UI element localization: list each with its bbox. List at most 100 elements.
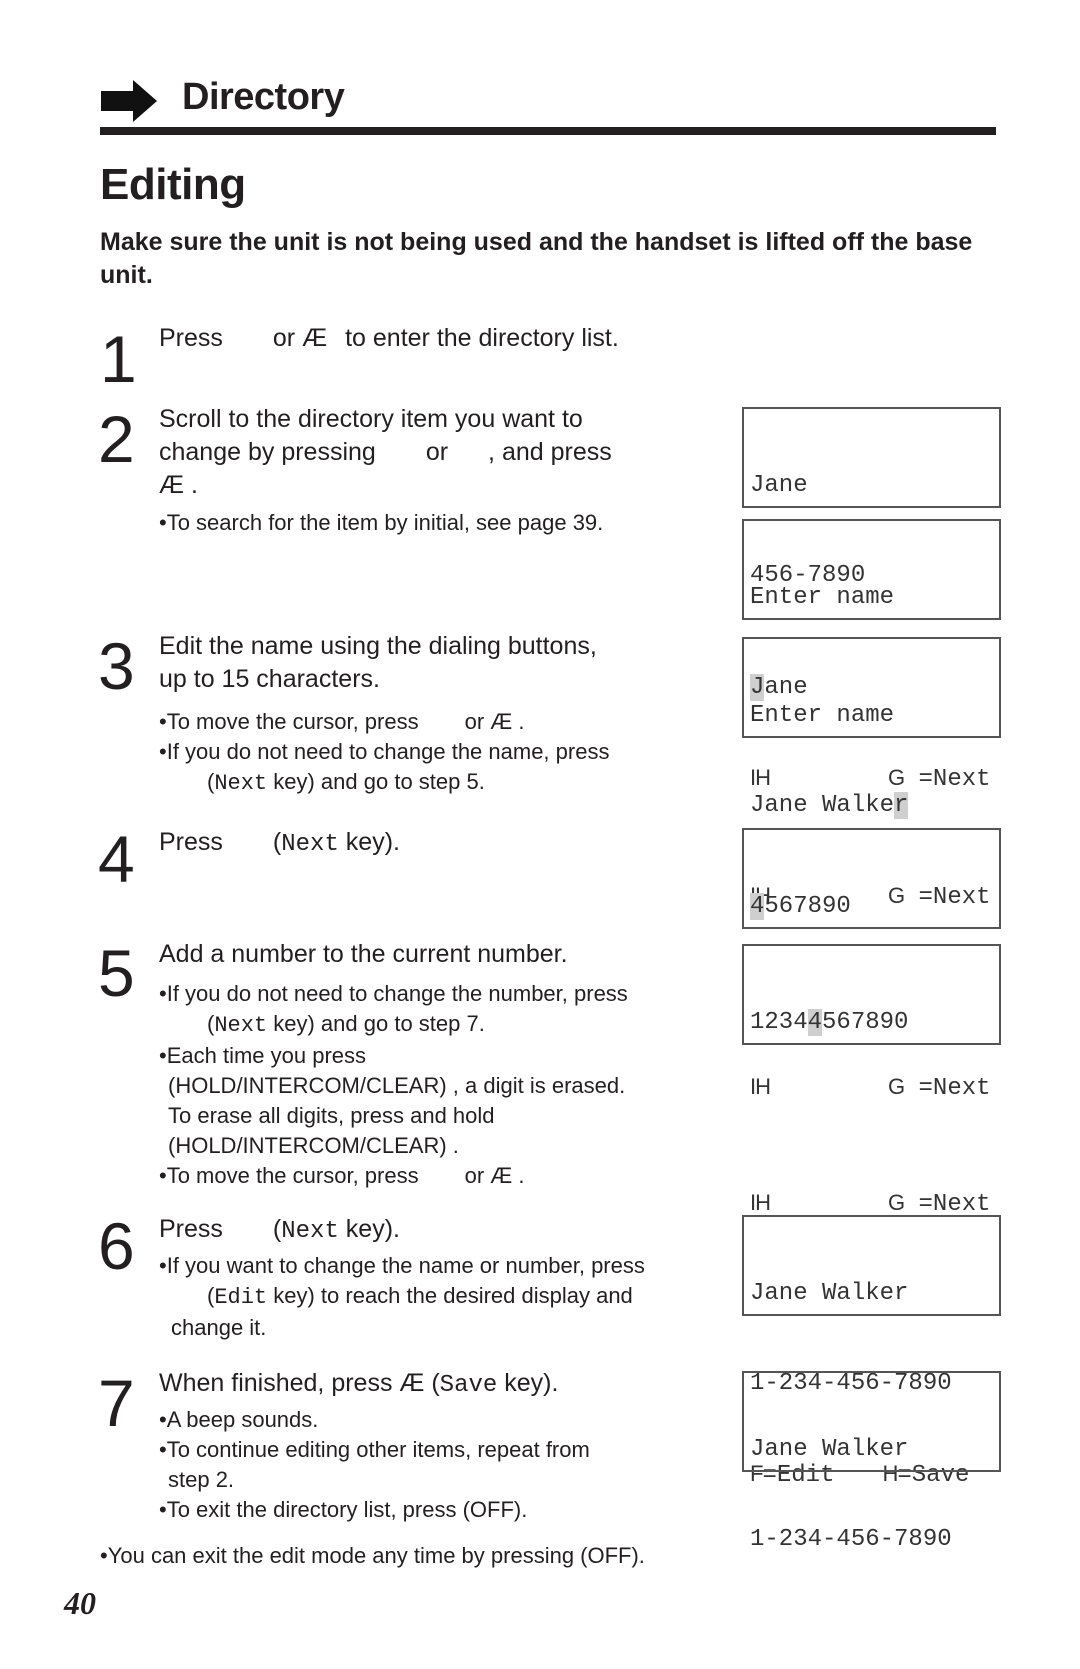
next-key-label: Next — [214, 771, 268, 796]
lcd-display: 12344567890 IH G =Next — [742, 944, 1001, 1218]
text-fragment: 567890 — [764, 893, 851, 920]
step-2-text: Scroll to the directory item you want to… — [159, 403, 679, 502]
header-rule — [100, 127, 996, 135]
save-key-label: Save — [439, 1372, 498, 1399]
step-5-notes: •If you do not need to change the number… — [159, 979, 719, 1191]
text-fragment: Press — [159, 324, 223, 352]
text-fragment: Jane Walke — [750, 792, 895, 819]
note-line: •To move the cursor, press or Æ . — [159, 1161, 719, 1191]
text-fragment: 1234 — [750, 1009, 808, 1036]
text-line: up to 15 characters. — [159, 665, 380, 693]
lcd-display: 4567890 IH G =Next — [742, 828, 1001, 1102]
note-line: (HOLD/INTERCOM/CLEAR) , a digit is erase… — [168, 1073, 626, 1098]
page-number: 40 — [64, 1585, 96, 1621]
text-line: change by pressing or , and press — [159, 436, 679, 469]
step-1-text: Press or Æ to enter the directory list. — [159, 322, 619, 355]
text-line: Edit the name using the dialing buttons, — [159, 632, 597, 660]
text-fragment: •To move the cursor, press — [159, 709, 419, 734]
note-line: •Each time you press — [159, 1043, 367, 1068]
note-line: step 2. — [168, 1467, 235, 1492]
text-line: Scroll to the directory item you want to — [159, 405, 583, 433]
text-fragment: ( — [272, 1215, 282, 1243]
lcd-cursor: 4 — [807, 1009, 823, 1036]
text-fragment: change by pressing — [159, 438, 376, 466]
note-line: change it. — [171, 1315, 267, 1340]
note-line: (HOLD/INTERCOM/CLEAR) . — [168, 1133, 459, 1158]
lcd-line: 12344567890 — [750, 1008, 993, 1038]
lcd-line: Enter name — [750, 584, 895, 611]
step-number: 7 — [98, 1366, 135, 1440]
step-4-text: Press (Next key). — [159, 826, 400, 861]
text-fragment: or — [425, 438, 449, 466]
step-number: 3 — [98, 629, 135, 703]
note-line: •To move the cursor, press or Æ . — [159, 707, 699, 737]
lcd-line: Jane Walker — [750, 1280, 909, 1307]
step-number: 1 — [100, 322, 137, 396]
lcd-line: Jane Walker — [750, 1436, 909, 1463]
text-fragment: to enter the directory list. — [345, 324, 619, 352]
step-number: 6 — [98, 1209, 135, 1283]
lcd-line: 4567890 — [750, 892, 993, 922]
lcd-line: 1-234-456-7890 — [750, 1526, 952, 1553]
lcd-line: Jane — [750, 472, 808, 499]
intro-instruction: Make sure the unit is not being used and… — [100, 228, 973, 289]
page-title: Editing — [100, 160, 246, 209]
next-key-label: Next — [281, 831, 339, 858]
note-line: •To continue editing other items, repeat… — [159, 1437, 590, 1462]
note-line: •A beep sounds. — [159, 1407, 319, 1432]
text-fragment: key). — [497, 1369, 559, 1397]
lcd-line: Jane Walker — [750, 791, 993, 821]
step-number: 2 — [98, 402, 135, 476]
softkey-label: =Next — [904, 1191, 991, 1218]
text-fragment: or Æ . — [464, 709, 525, 734]
note-line: •If you do not need to change the name, … — [159, 739, 610, 764]
step-6-notes: •If you want to change the name or numbe… — [159, 1251, 719, 1343]
text-fragment: key) and go to step 5. — [267, 769, 485, 794]
text-fragment: key). — [338, 828, 400, 856]
step-3-notes: •To move the cursor, press or Æ . •If you… — [159, 707, 699, 799]
arrow-right-icon — [101, 80, 157, 122]
lcd-display: Enter name Jane IH G =Next — [742, 519, 1001, 793]
text-fragment: ( — [272, 828, 282, 856]
next-softkey-icon: G — [888, 1190, 905, 1215]
note-line: (Next key) and go to step 5. — [159, 767, 699, 799]
step-5-text: Add a number to the current number. — [159, 940, 568, 968]
text-fragment: or Æ — [272, 324, 328, 352]
next-key-label: Next — [214, 1013, 268, 1038]
lcd-display: Jane Walker 1-234-456-7890 F=Edit H=Save — [742, 1215, 1001, 1489]
note-line: •If you do not need to change the number… — [159, 981, 628, 1006]
text-fragment: or Æ . — [464, 1163, 525, 1188]
step-6-text: Press (Next key). — [159, 1213, 400, 1248]
text-fragment: Press — [159, 1215, 223, 1243]
lcd-line: Enter name — [750, 702, 895, 729]
lcd-cursor: 4 — [750, 893, 765, 920]
step-3-text: Edit the name using the dialing buttons,… — [159, 630, 699, 696]
text-line: Æ . — [159, 471, 198, 499]
note-line: •If you want to change the name or numbe… — [159, 1253, 645, 1278]
text-fragment: key). — [338, 1215, 400, 1243]
text-fragment: key) and go to step 7. — [267, 1011, 485, 1036]
text-fragment: , and press — [488, 438, 612, 466]
note-line: •To exit the directory list, press (OFF)… — [159, 1497, 528, 1522]
step-number: 5 — [98, 936, 135, 1010]
text-fragment: •To move the cursor, press — [159, 1163, 419, 1188]
lcd-display: Enter name Jane Walker IHG =Next — [742, 637, 1001, 911]
lcd-cursor: r — [894, 792, 909, 819]
step-7-text: When finished, press Æ (Save key). — [159, 1367, 558, 1402]
lcd-display: Jane 456-7890 — [742, 407, 1001, 589]
text-fragment: When finished, press Æ ( — [159, 1369, 440, 1397]
section-title: Directory — [182, 76, 345, 118]
next-key-label: Next — [281, 1218, 339, 1245]
step-2-note: •To search for the item by initial, see … — [159, 510, 604, 535]
text-fragment: 567890 — [822, 1009, 909, 1036]
lcd-display: Jane Walker 1-234-456-7890 — [742, 1371, 1001, 1553]
footer-note: •You can exit the edit mode any time by … — [100, 1543, 645, 1568]
note-line: To erase all digits, press and hold — [168, 1103, 495, 1128]
note-line: (Next key) and go to step 7. — [159, 1009, 719, 1041]
back-softkey-icon: IH — [750, 1190, 771, 1215]
step-7-notes: •A beep sounds. •To continue editing oth… — [159, 1405, 719, 1525]
lcd-line — [750, 1098, 993, 1128]
note-line: (Edit key) to reach the desired display … — [159, 1281, 719, 1313]
text-fragment: key) to reach the desired display and — [267, 1283, 633, 1308]
edit-key-label: Edit — [214, 1285, 268, 1310]
